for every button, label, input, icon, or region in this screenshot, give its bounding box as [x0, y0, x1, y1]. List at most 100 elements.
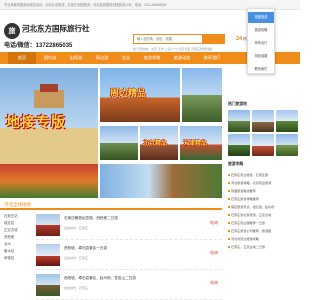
site-subtitle: Hebei Orient International Travel Agency [22, 32, 62, 34]
article-title: 石家庄，正定古城二日游 [231, 245, 266, 249]
route-item[interactable]: 西柏坡、嶂石岩景区一日游 出发城市：石家庄 电询 [36, 242, 222, 270]
dropdown-menu: 抱团旅游 旅游攻略 驾车出行 特色线路 联系我们 [247, 8, 275, 74]
route-price: 电询 [210, 250, 218, 255]
bullet-icon [228, 246, 230, 248]
hot-places-heading: 热门旅游地 [228, 102, 247, 106]
article-link[interactable]: 石家庄旅游攻略推荐 [228, 196, 298, 201]
bullet-icon [228, 206, 230, 208]
photo-card[interactable] [182, 68, 222, 122]
bullet-icon [228, 214, 230, 216]
article-link[interactable]: 石家庄到北京旅游，正定古城 [228, 212, 298, 217]
article-title: 到国旅游路线推荐 [231, 189, 256, 193]
side-category-item[interactable]: 保定站 [4, 220, 14, 225]
article-link[interactable]: 保定旅游景点，嶂石岩、赵州桥 [228, 204, 298, 209]
bullet-icon [228, 182, 230, 184]
site-logo[interactable]: 旅 河北东方国际旅行社 Hebei Orient International T… [4, 23, 104, 49]
article-link[interactable]: 石家庄周边游推荐一日游 [228, 220, 298, 225]
photo-title: 周边精品 [110, 89, 147, 99]
bullet-icon [228, 190, 230, 192]
route-thumbnail [36, 274, 60, 296]
article-link[interactable]: 河北省周边旅游攻略 [228, 236, 298, 241]
route-price: 电询 [210, 280, 218, 285]
bullet-icon [228, 238, 230, 240]
banner-building [34, 90, 64, 108]
dropdown-item-contact[interactable]: 联系我们 [248, 64, 274, 75]
hot-destinations: 热门目的地：北京 天津 上海 广州 北京北至 石家庄旅游线路 [133, 47, 213, 51]
place-thumbnail[interactable] [276, 110, 298, 132]
bullet-icon [228, 174, 230, 176]
nav-item-nearby[interactable]: 周边游 [90, 52, 114, 64]
article-link[interactable]: 石家庄，正定古城二日游 [228, 244, 298, 249]
route-item[interactable]: 石家庄解放纪念馆、西柏坡二日游 出发城市：石家庄 电询 [36, 212, 222, 240]
article-title: 石家庄旅游公司推荐，旅游团 [231, 229, 272, 233]
bullet-icon [228, 198, 230, 200]
hotline-hours: 24 [236, 36, 243, 42]
route-meta: 出发城市：石家庄 [64, 286, 89, 290]
place-thumbnail[interactable] [252, 134, 274, 156]
route-title[interactable]: 西柏坡、嶂石岩景区一日游 [64, 246, 107, 251]
place-thumbnail[interactable] [276, 134, 298, 156]
side-category-item[interactable]: 承德站 [4, 255, 14, 260]
article-title: 河北省周边旅游攻略 [231, 237, 259, 241]
nav-item-outbound[interactable]: 出境游 [64, 52, 88, 64]
photo-card[interactable]: 天津精品 [180, 126, 222, 160]
photo-title: 北京精品 [143, 140, 168, 147]
nav-item-domestic[interactable]: 国内游 [38, 52, 62, 64]
dropdown-item-group-tour[interactable]: 抱团旅游 [248, 12, 274, 23]
place-thumbnail[interactable] [228, 134, 250, 156]
photo-title: 天津精品 [183, 140, 208, 147]
search-button[interactable] [202, 35, 224, 43]
route-item[interactable]: 西柏坡、嶂石岩景区、赵州桥、苍岩山二日游 出发城市：石家庄 电询 [36, 272, 222, 300]
banner-roof [40, 84, 58, 92]
dropdown-item-guides[interactable]: 旅游攻略 [248, 25, 274, 36]
dropdown-item-self-drive[interactable]: 驾车出行 [248, 38, 274, 49]
photo-card[interactable]: 周边精品 [100, 68, 180, 122]
route-thumbnail [36, 214, 60, 236]
place-thumbnail[interactable] [228, 110, 250, 132]
photo-card[interactable] [100, 164, 222, 198]
phone-number: 13722865035 [35, 43, 73, 49]
article-title: 保定旅游景点，嶂石岩、赵州桥 [231, 205, 275, 209]
guides-heading: 旅游攻略 [228, 162, 244, 166]
nav-item-news[interactable]: 旅游动态 [168, 52, 196, 64]
article-title: 石家庄旅游攻略推荐 [231, 197, 259, 201]
side-category-item[interactable]: 正定古城 [4, 227, 18, 232]
route-price: 电询 [210, 220, 218, 225]
side-category-item[interactable]: 西柏坡 [4, 234, 14, 239]
logo-emblem-icon: 旅 [4, 23, 20, 39]
article-link[interactable]: 石家庄周边旅游，石家庄旅 [228, 172, 298, 177]
article-title: 河北旅游攻略，北京周边旅游 [231, 181, 272, 185]
nav-item-home[interactable]: 首页 [8, 52, 36, 64]
route-meta: 出发城市：石家庄 [64, 226, 89, 230]
photo-card[interactable]: 北京精品 [140, 126, 178, 160]
route-thumbnail [36, 244, 60, 266]
side-category-item[interactable]: 石家庄站 [4, 213, 18, 218]
photo-card[interactable] [100, 126, 138, 160]
article-link[interactable]: 河北旅游攻略，北京周边旅游 [228, 180, 298, 185]
route-meta: 出发城市：石家庄 [64, 256, 89, 260]
nav-item-guides[interactable]: 旅游攻略 [138, 52, 166, 64]
nav-item-contact[interactable]: 联系我们 [198, 52, 226, 64]
side-category-item[interactable]: 衡水站 [4, 248, 14, 253]
bullet-icon [228, 230, 230, 232]
article-link[interactable]: 到国旅游路线推荐 [228, 188, 298, 193]
article-title: 石家庄周边旅游，石家庄旅 [231, 173, 269, 177]
banner-title: 地接专版 [6, 115, 66, 131]
side-category-item[interactable]: 沧州 [4, 241, 11, 246]
dropdown-item-featured[interactable]: 特色线路 [248, 51, 274, 62]
nav-item-meeting[interactable]: 会议 [116, 52, 136, 64]
article-link[interactable]: 石家庄旅游公司推荐，旅游团 [228, 228, 298, 233]
route-title[interactable]: 西柏坡、嶂石岩景区、赵州桥、苍岩山二日游 [64, 276, 136, 281]
photo-grid: 周边精品 北京精品 天津精品 [100, 68, 222, 198]
hero-banner[interactable]: 地接专版 [0, 68, 98, 198]
banner-plaza [0, 128, 98, 164]
phone-label: 电话/微信： [4, 43, 36, 49]
place-thumbnail[interactable] [252, 110, 274, 132]
article-title: 石家庄周边游推荐一日游 [231, 221, 266, 225]
section-heading: 河北全线地接 [0, 200, 222, 210]
banner-flowers [0, 164, 98, 198]
right-sidebar: 热门旅游地 旅游攻略 石家庄周边旅游，石家庄旅 河北旅游攻略，北京周边旅游 到国… [228, 100, 298, 300]
search-input[interactable] [134, 35, 202, 43]
route-title[interactable]: 石家庄解放纪念馆、西柏坡二日游 [64, 216, 118, 221]
section-title: 河北全线地接 [4, 202, 31, 207]
